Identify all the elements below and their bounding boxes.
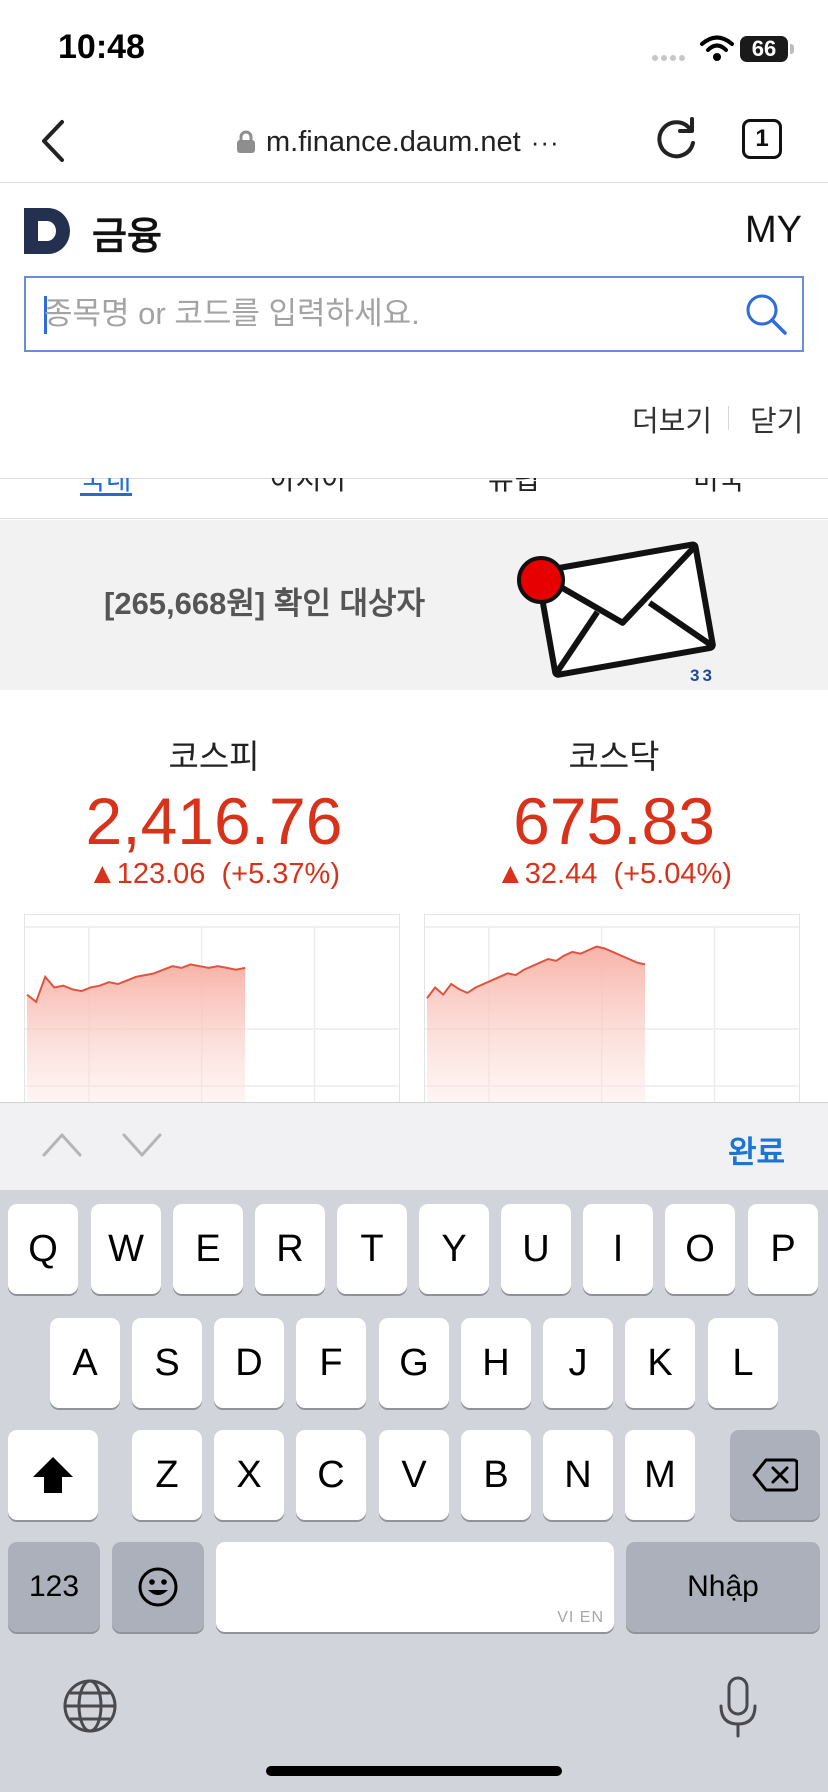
ad-banner[interactable]: [265,668원] 확인 대상자 33	[0, 520, 828, 690]
active-tab-underline	[80, 493, 132, 496]
chevron-up-icon[interactable]	[42, 1129, 82, 1159]
microphone-icon[interactable]	[716, 1676, 760, 1740]
tabs-button[interactable]: 1	[742, 119, 782, 159]
key-c[interactable]: C	[296, 1430, 366, 1520]
keyboard-accessory-bar: 완료	[0, 1102, 828, 1191]
kospi-chart[interactable]	[24, 914, 400, 1104]
key-r[interactable]: R	[255, 1204, 325, 1294]
shift-key[interactable]	[8, 1430, 98, 1520]
my-link[interactable]: MY	[745, 209, 802, 252]
search-box[interactable]	[24, 276, 804, 352]
chevron-down-icon[interactable]	[122, 1129, 162, 1159]
space-key[interactable]: VI EN	[216, 1542, 614, 1632]
close-link[interactable]: 닫기	[750, 398, 803, 440]
kosdaq-chart[interactable]	[424, 914, 800, 1104]
home-indicator	[266, 1766, 562, 1776]
index-change: ▲123.06 (+5.37%)	[24, 858, 404, 891]
key-d[interactable]: D	[214, 1318, 284, 1408]
done-button[interactable]: 완료	[728, 1127, 785, 1172]
change-amount: 32.44	[524, 858, 598, 890]
kosdaq-card[interactable]: 코스닥 675.83 ▲32.44 (+5.04%)	[424, 730, 804, 891]
index-name: 코스피	[168, 738, 260, 775]
backspace-key[interactable]	[730, 1430, 820, 1520]
more-link[interactable]: 더보기	[632, 398, 712, 440]
tab-asia[interactable]: 아시아	[270, 478, 347, 498]
envelope-icon	[517, 541, 716, 678]
tab-usa[interactable]: 미국	[693, 478, 745, 498]
globe-icon[interactable]	[62, 1678, 118, 1734]
url-bar[interactable]: m.finance.daum.net ···	[236, 122, 560, 162]
index-name: 코스닥	[568, 738, 660, 775]
key-s[interactable]: S	[132, 1318, 202, 1408]
tab-europe[interactable]: 유럽	[488, 478, 540, 498]
key-w[interactable]: W	[91, 1204, 161, 1294]
key-q[interactable]: Q	[8, 1204, 78, 1294]
key-u[interactable]: U	[501, 1204, 571, 1294]
shift-icon	[33, 1457, 73, 1493]
key-k[interactable]: K	[625, 1318, 695, 1408]
key-b[interactable]: B	[461, 1430, 531, 1520]
emoji-key[interactable]	[112, 1542, 204, 1632]
index-value: 2,416.76	[85, 784, 343, 858]
key-a[interactable]: A	[50, 1318, 120, 1408]
reload-button[interactable]	[652, 115, 700, 163]
key-h[interactable]: H	[461, 1318, 531, 1408]
app-title: 금융	[92, 216, 162, 258]
up-arrow-icon: ▲	[87, 858, 117, 890]
index-value: 675.83	[513, 784, 715, 858]
status-time: 10:48	[58, 28, 145, 66]
search-icon[interactable]	[744, 292, 788, 336]
key-y[interactable]: Y	[419, 1204, 489, 1294]
key-i[interactable]: I	[583, 1204, 653, 1294]
language-hint: VI EN	[557, 1609, 604, 1626]
tab-divider	[0, 518, 828, 519]
key-v[interactable]: V	[379, 1430, 449, 1520]
key-n[interactable]: N	[543, 1430, 613, 1520]
change-percent: (+5.37%)	[221, 858, 340, 890]
ad-text: [265,668원] 확인 대상자	[104, 586, 426, 621]
kospi-card[interactable]: 코스피 2,416.76 ▲123.06 (+5.37%)	[24, 730, 404, 891]
chart-area	[427, 946, 646, 1103]
key-z[interactable]: Z	[132, 1430, 202, 1520]
up-arrow-icon: ▲	[496, 858, 525, 890]
emoji-icon	[138, 1567, 178, 1607]
key-l[interactable]: L	[708, 1318, 778, 1408]
change-amount: 123.06	[116, 858, 206, 890]
kospi-chart-svg	[25, 926, 399, 1103]
backspace-icon	[752, 1458, 799, 1492]
key-p[interactable]: P	[748, 1204, 818, 1294]
battery-cap	[790, 44, 794, 54]
key-g[interactable]: G	[379, 1318, 449, 1408]
key-e[interactable]: E	[173, 1204, 243, 1294]
kosdaq-chart-svg	[425, 926, 799, 1103]
url-text: m.finance.daum.net	[266, 125, 521, 158]
numbers-key[interactable]: 123	[8, 1542, 100, 1632]
daum-logo-icon[interactable]	[24, 208, 72, 254]
ad-badge-number: 33	[690, 666, 715, 685]
wifi-icon	[700, 35, 734, 61]
back-button[interactable]	[34, 118, 74, 164]
tab-domestic[interactable]: 국내	[80, 478, 132, 498]
key-f[interactable]: F	[296, 1318, 366, 1408]
index-change: ▲32.44 (+5.04%)	[424, 858, 804, 891]
chart-area	[27, 964, 246, 1103]
key-o[interactable]: O	[665, 1204, 735, 1294]
browser-divider	[0, 182, 828, 183]
keyboard: Q W E R T Y U I O P A S D F G H J K L Z …	[0, 1190, 828, 1792]
key-t[interactable]: T	[337, 1204, 407, 1294]
search-input[interactable]	[44, 278, 724, 350]
battery-indicator: 66	[740, 36, 788, 62]
key-j[interactable]: J	[543, 1318, 613, 1408]
key-m[interactable]: M	[625, 1430, 695, 1520]
url-more-indicator: ···	[530, 126, 560, 157]
return-key[interactable]: Nhập	[626, 1542, 820, 1632]
link-separator	[728, 406, 729, 430]
change-percent: (+5.04%)	[613, 858, 732, 890]
lock-icon	[237, 130, 255, 153]
key-x[interactable]: X	[214, 1430, 284, 1520]
